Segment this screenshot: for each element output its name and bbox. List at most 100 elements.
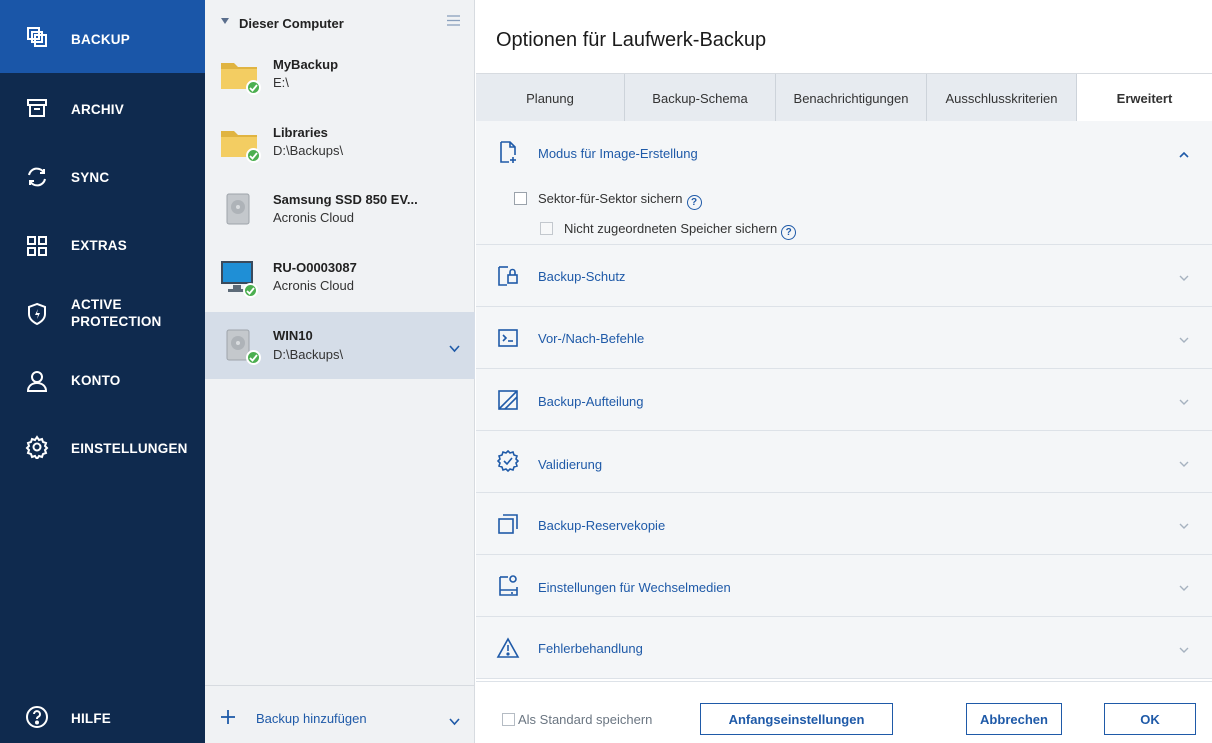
nav-item-archive[interactable]: ARCHIV [0, 73, 205, 141]
unallocated-space-label: Nicht zugeordneten Speicher sichern? [564, 221, 797, 240]
tab-benachrichtigungen[interactable]: Benachrichtigungen [776, 74, 927, 122]
page-title: Optionen für Laufwerk-Backup [496, 29, 767, 51]
sector-by-sector-label: Sektor-für-Sektor sichern? [538, 191, 702, 210]
list-item-name: MyBackup [273, 57, 339, 72]
split-icon [496, 388, 520, 412]
gear-icon [24, 434, 50, 460]
nav-label-sync: SYNC [71, 170, 110, 185]
tab-planung[interactable]: Planung [476, 74, 625, 122]
nav-label-extras: EXTRAS [71, 238, 127, 253]
section-label: Vor-/Nach-Befehle [538, 331, 645, 346]
check-icon [246, 80, 261, 95]
section-removable-media[interactable]: Einstellungen für Wechselmedien [476, 555, 1212, 617]
section-pre-post-commands[interactable]: Vor-/Nach-Befehle [476, 307, 1212, 369]
chevron-down-icon [1179, 580, 1191, 592]
tab-ausschlusskriterien[interactable]: Ausschlusskriterien [927, 74, 1077, 122]
help-icon [24, 704, 50, 730]
unallocated-space-checkbox[interactable] [540, 222, 553, 235]
check-icon [246, 148, 261, 163]
list-item-name: WIN10 [273, 328, 313, 343]
section-label: Validierung [538, 457, 603, 472]
list-item[interactable]: RU-O0003087 Acronis Cloud [205, 244, 475, 310]
check-icon [246, 350, 261, 365]
help-icon[interactable]: ? [781, 225, 797, 240]
warning-icon [496, 636, 520, 660]
section-label: Modus für Image-Erstellung [538, 146, 698, 161]
main-navigation: BACKUP ARCHIV SYNC EXTRAS ACTIVE PROTECT… [0, 0, 205, 743]
section-error-handling[interactable]: Fehlerbehandlung [476, 617, 1212, 679]
sync-icon [24, 164, 50, 190]
chevron-down-icon[interactable] [449, 341, 460, 356]
folder-icon [219, 125, 261, 165]
nav-item-sync[interactable]: SYNC [0, 141, 205, 209]
chevron-down-icon [1179, 270, 1191, 282]
nav-label-backup: BACKUP [71, 32, 130, 47]
terminal-icon [496, 326, 520, 350]
section-image-mode: Modus für Image-Erstellung Sektor-für-Se… [476, 121, 1212, 245]
list-item-location: D:\Backups\ [273, 143, 344, 158]
nav-item-help[interactable]: HILFE [0, 690, 205, 743]
list-item[interactable]: MyBackup E:\ [205, 40, 475, 106]
copy-icon [496, 512, 520, 536]
plus-icon [221, 710, 235, 727]
nav-label-active-protection: ACTIVE PROTECTION [71, 297, 162, 329]
cancel-button[interactable]: Abbrechen [966, 703, 1062, 735]
chevron-down-icon [1179, 642, 1191, 654]
user-icon [24, 368, 50, 394]
list-item-name: Libraries [273, 125, 328, 140]
grid-icon [24, 233, 50, 259]
section-backup-splitting[interactable]: Backup-Aufteilung [476, 369, 1212, 431]
add-backup-button[interactable]: Backup hinzufügen [205, 686, 475, 743]
disk-icon [219, 191, 259, 231]
reset-settings-button[interactable]: Anfangseinstellungen [700, 703, 893, 735]
add-backup-label: Backup hinzufügen [256, 711, 367, 726]
monitor-icon [219, 258, 259, 298]
sector-by-sector-checkbox[interactable] [514, 192, 527, 205]
tab-backup-schema[interactable]: Backup-Schema [625, 74, 776, 122]
nav-label-account: KONTO [71, 373, 121, 388]
nav-item-active-protection[interactable]: ACTIVE PROTECTION [0, 277, 205, 352]
section-label: Einstellungen für Wechselmedien [538, 580, 731, 595]
nav-item-account[interactable]: KONTO [0, 352, 205, 414]
section-label: Fehlerbehandlung [538, 641, 643, 656]
list-item-location: Acronis Cloud [273, 278, 354, 293]
chevron-down-icon [1179, 518, 1191, 530]
list-menu-icon[interactable] [447, 14, 460, 29]
chevron-down-icon [1179, 456, 1191, 468]
ok-button[interactable]: OK [1104, 703, 1196, 735]
chevron-down-icon [1179, 394, 1191, 406]
caret-down-icon[interactable] [220, 13, 230, 28]
list-header: Dieser Computer [205, 0, 475, 40]
check-icon [243, 283, 258, 298]
list-footer: Backup hinzufügen [205, 685, 475, 743]
backup-icon [24, 24, 50, 50]
list-item[interactable]: Samsung SSD 850 EV... Acronis Cloud [205, 176, 475, 242]
list-header-title: Dieser Computer [239, 16, 344, 31]
list-item-name: Samsung SSD 850 EV... [273, 192, 418, 207]
section-backup-protection[interactable]: Backup-Schutz [476, 245, 1212, 307]
lock-icon [496, 264, 520, 288]
section-backup-reserve-copy[interactable]: Backup-Reservekopie [476, 493, 1212, 555]
nav-item-extras[interactable]: EXTRAS [0, 209, 205, 277]
section-label: Backup-Reservekopie [538, 518, 666, 533]
tab-erweitert[interactable]: Erweitert [1077, 74, 1212, 122]
tab-bar: Planung Backup-Schema Benachrichtigungen… [476, 73, 1212, 122]
save-as-default-checkbox[interactable] [502, 713, 515, 726]
nav-label-settings: EINSTELLUNGEN [71, 441, 188, 456]
archive-icon [24, 95, 50, 121]
removable-media-icon [496, 573, 520, 597]
help-icon[interactable]: ? [686, 195, 702, 210]
image-mode-icon [496, 140, 520, 164]
backup-list-panel: Dieser Computer MyBackup E:\ Libraries D… [205, 0, 475, 743]
list-item[interactable]: Libraries D:\Backups\ [205, 108, 475, 174]
badge-icon [496, 450, 520, 474]
nav-item-backup[interactable]: BACKUP [0, 0, 205, 73]
list-item-selected[interactable]: WIN10 D:\Backups\ [205, 312, 475, 379]
list-item-location: E:\ [273, 75, 289, 90]
nav-item-settings[interactable]: EINSTELLUNGEN [0, 414, 205, 482]
folder-icon [219, 57, 261, 97]
section-validation[interactable]: Validierung [476, 431, 1212, 493]
options-panel: Optionen für Laufwerk-Backup Planung Bac… [476, 0, 1212, 743]
section-header[interactable]: Modus für Image-Erstellung [476, 121, 1212, 183]
list-item-location: D:\Backups\ [273, 347, 344, 362]
